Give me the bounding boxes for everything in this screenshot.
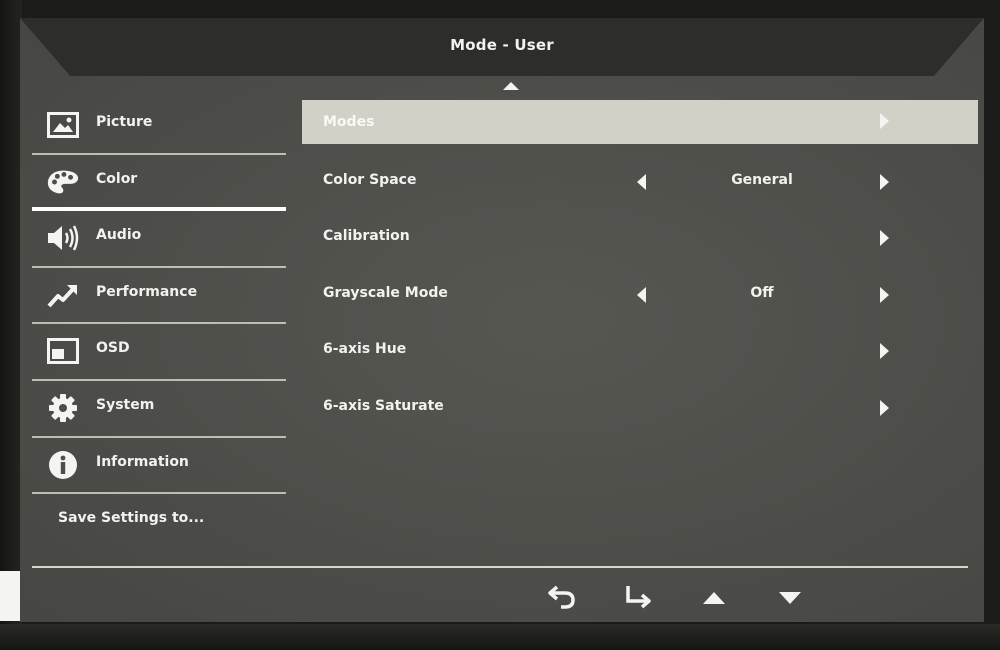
sidebar-item-color[interactable]: Color [32, 155, 286, 212]
monitor-bezel-left [0, 0, 22, 650]
enter-button[interactable] [622, 584, 654, 614]
back-icon [547, 584, 577, 614]
menu-row-modes[interactable]: Modes [302, 100, 978, 157]
menu-row-grayscale-mode[interactable]: Grayscale Mode Off [302, 270, 978, 327]
palette-icon [46, 167, 80, 197]
down-arrow-icon [778, 590, 802, 609]
monitor-bezel-bottom [0, 624, 1000, 650]
sidebar-item-label: Performance [96, 283, 198, 300]
sidebar-item-label: Information [96, 453, 189, 470]
osd-title: Mode - User [450, 36, 554, 54]
osd-icon [46, 336, 80, 366]
sidebar-item-save-settings[interactable]: Save Settings to... [32, 494, 286, 551]
sidebar-item-performance[interactable]: Performance [32, 268, 286, 325]
menu-row-value: General [731, 171, 793, 188]
menu-row-label: 6-axis Saturate [323, 397, 444, 414]
scroll-up-indicator-icon [503, 82, 519, 90]
menu-row-6-axis-saturate[interactable]: 6-axis Saturate [302, 383, 978, 440]
right-arrow-icon[interactable] [880, 399, 889, 416]
back-button[interactable] [546, 584, 578, 614]
sidebar-item-label: Save Settings to... [58, 510, 205, 527]
up-arrow-icon [702, 590, 726, 609]
sidebar-item-picture[interactable]: Picture [32, 98, 286, 155]
performance-icon [46, 280, 80, 310]
left-arrow-icon[interactable] [637, 286, 646, 303]
right-arrow-icon[interactable] [880, 343, 889, 360]
sidebar-item-audio[interactable]: Audio [32, 211, 286, 268]
menu-row-label: 6-axis Hue [323, 341, 407, 358]
menu-row-calibration[interactable]: Calibration [302, 213, 978, 270]
selection-highlight [302, 100, 978, 144]
sidebar-item-information[interactable]: Information [32, 438, 286, 495]
right-arrow-icon[interactable] [880, 113, 889, 129]
menu-row-label: Grayscale Mode [323, 284, 448, 301]
right-arrow-icon[interactable] [880, 173, 889, 190]
menu-row-color-space[interactable]: Color Space General [302, 157, 978, 214]
sidebar-item-label: Picture [96, 114, 153, 130]
menu-row-6-axis-hue[interactable]: 6-axis Hue [302, 326, 978, 383]
sidebar-item-label: System [96, 396, 155, 413]
picture-icon [46, 110, 80, 140]
sidebar-item-system[interactable]: System [32, 381, 286, 438]
enter-icon [623, 584, 653, 614]
up-button[interactable] [698, 584, 730, 614]
sidebar-item-osd[interactable]: OSD [32, 324, 286, 381]
sidebar-item-label: Audio [96, 227, 142, 244]
menu-row-value: Off [750, 284, 774, 301]
osd-panel: Mode - User Picture Color Audio Performa… [20, 18, 984, 622]
menu-row-label: Calibration [323, 228, 410, 245]
menu-row-label: Color Space [323, 171, 417, 188]
speaker-icon [46, 223, 80, 253]
settings-list: Modes Color Space General Calibration Gr… [302, 100, 978, 440]
right-arrow-icon[interactable] [880, 230, 889, 247]
down-button[interactable] [774, 584, 806, 614]
sidebar-item-label: Color [96, 170, 138, 187]
left-arrow-icon[interactable] [637, 173, 646, 190]
sidebar-item-label: OSD [96, 340, 130, 357]
bezel-light-patch [0, 571, 20, 621]
gear-icon [46, 393, 80, 423]
right-arrow-icon[interactable] [880, 286, 889, 303]
footer-divider [32, 566, 968, 568]
info-icon [46, 450, 80, 480]
sidebar: Picture Color Audio Performance OSD Syst… [32, 98, 286, 551]
menu-row-label: Modes [323, 114, 375, 130]
